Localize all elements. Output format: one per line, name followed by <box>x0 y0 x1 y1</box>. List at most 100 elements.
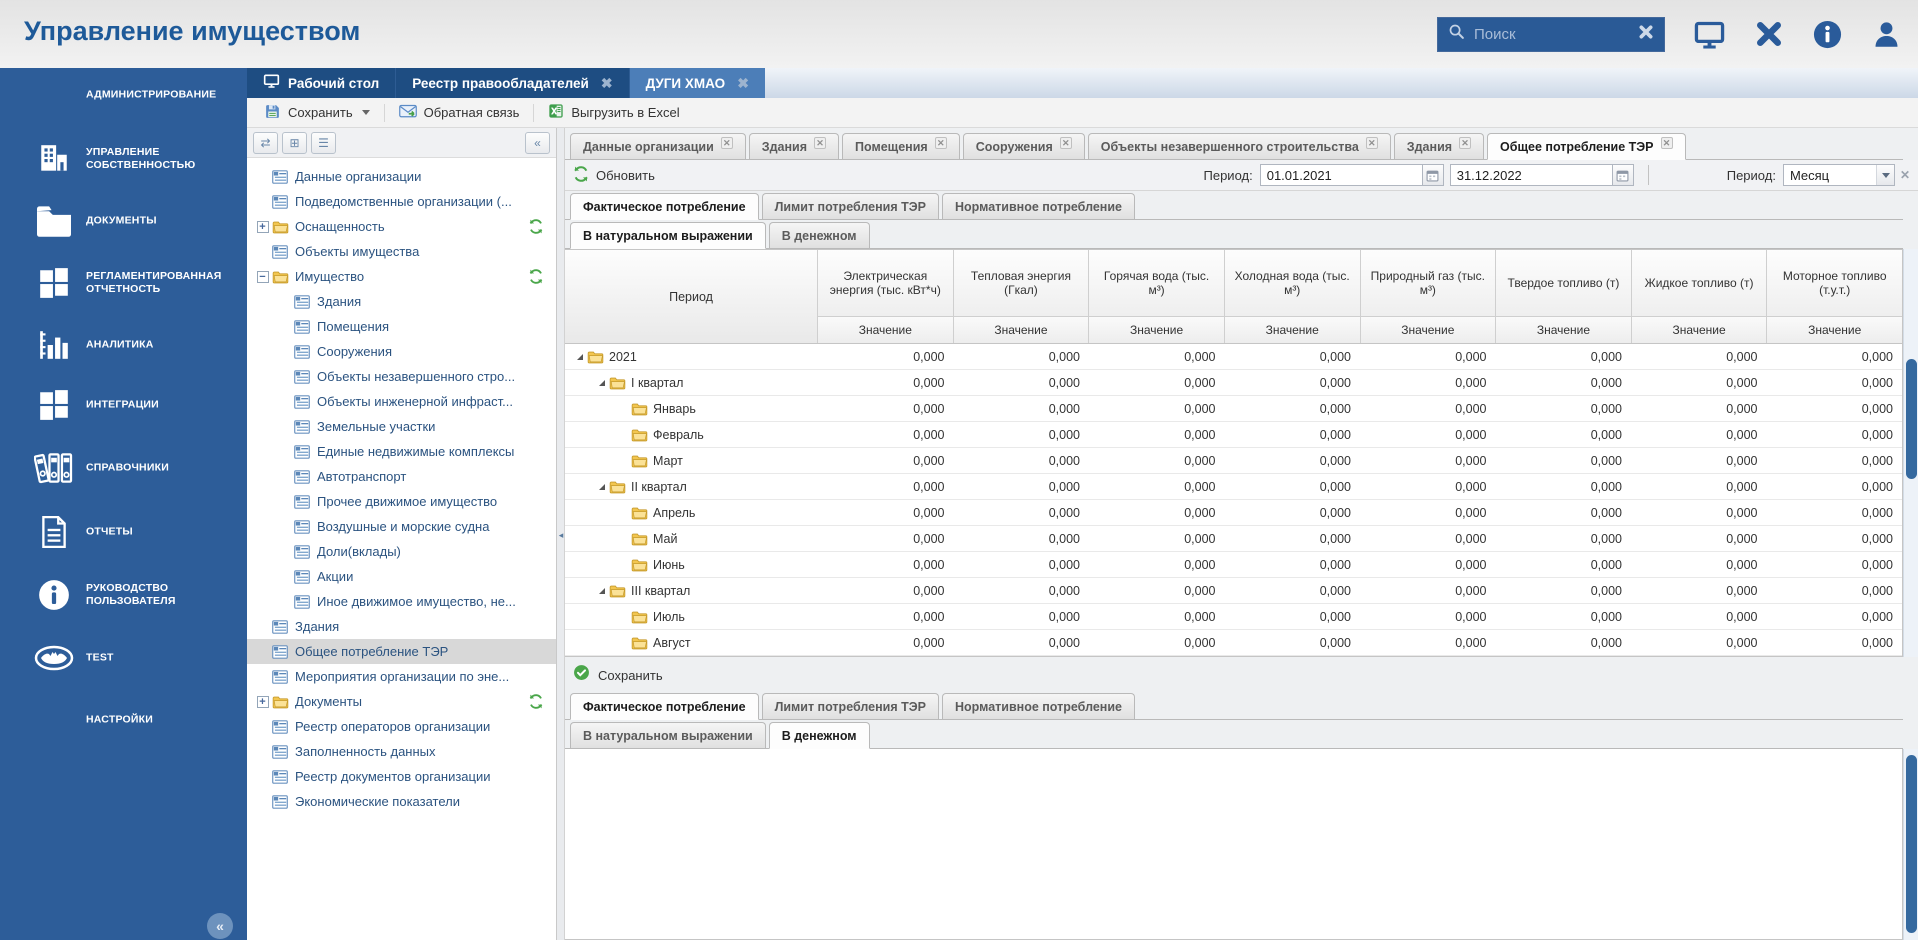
value-cell[interactable]: 0,000 <box>954 578 1090 603</box>
select-caret-icon[interactable] <box>1876 165 1894 185</box>
tab-close-icon[interactable]: ✕ <box>1661 137 1673 149</box>
table-row[interactable]: 20210,0000,0000,0000,0000,0000,0000,0000… <box>565 344 1902 370</box>
user-icon[interactable] <box>1871 19 1902 50</box>
value-cell[interactable]: 0,000 <box>1089 604 1225 629</box>
value-cell[interactable]: 0,000 <box>1631 630 1767 655</box>
value-cell[interactable]: 0,000 <box>954 448 1090 473</box>
value-cell[interactable]: 0,000 <box>1767 474 1903 499</box>
value-cell[interactable]: 0,000 <box>954 526 1090 551</box>
value-cell[interactable]: 0,000 <box>1089 552 1225 577</box>
tree-item[interactable]: Сооружения <box>247 339 556 364</box>
sidebar-item-8[interactable]: ОТЧЕТЫ <box>0 509 247 555</box>
window-tab-1[interactable]: Рабочий стол <box>247 68 396 98</box>
row-collapse-icon[interactable] <box>577 354 583 360</box>
value-cell[interactable]: 0,000 <box>1360 500 1496 525</box>
value-cell[interactable]: 0,000 <box>1360 422 1496 447</box>
value-cell[interactable]: 0,000 <box>1631 422 1767 447</box>
tree-item[interactable]: Мероприятия организации по эне... <box>247 664 556 689</box>
calendar-icon[interactable] <box>1612 164 1634 186</box>
value-cell[interactable]: 0,000 <box>1360 344 1496 369</box>
bottom-consumption-tab-2[interactable]: Лимит потребления ТЭР <box>762 693 939 719</box>
value-cell[interactable]: 0,000 <box>1089 448 1225 473</box>
value-cell[interactable]: 0,000 <box>1496 604 1632 629</box>
bottom-scrollbar[interactable] <box>1903 749 1918 940</box>
tab-close-icon[interactable]: ✕ <box>1366 137 1378 149</box>
value-cell[interactable]: 0,000 <box>1225 422 1361 447</box>
value-cell[interactable]: 0,000 <box>1767 578 1903 603</box>
bottom-view-tab-2[interactable]: В денежном <box>769 722 870 749</box>
value-cell[interactable]: 0,000 <box>818 474 954 499</box>
tree-item[interactable]: Данные организации <box>247 164 556 189</box>
value-cell[interactable]: 0,000 <box>1496 630 1632 655</box>
value-cell[interactable]: 0,000 <box>1496 422 1632 447</box>
value-cell[interactable]: 0,000 <box>1225 630 1361 655</box>
node-refresh-icon[interactable] <box>528 269 544 284</box>
tab-close-icon[interactable]: ✕ <box>1459 137 1471 149</box>
grid-scrollbar[interactable] <box>1903 249 1918 657</box>
value-cell[interactable]: 0,000 <box>818 526 954 551</box>
tree-item[interactable]: Реестр операторов организации <box>247 714 556 739</box>
value-cell[interactable]: 0,000 <box>954 552 1090 577</box>
view-tab-1[interactable]: В натуральном выражении <box>570 222 766 249</box>
sidebar-item-10[interactable]: TEST <box>0 635 247 681</box>
row-collapse-icon[interactable] <box>599 380 605 386</box>
search-clear-icon[interactable] <box>1638 24 1654 45</box>
sidebar-item-1[interactable]: АДМИНИСТРИРОВАНИЕ <box>0 72 247 118</box>
value-cell[interactable]: 0,000 <box>1360 552 1496 577</box>
value-cell[interactable]: 0,000 <box>1496 552 1632 577</box>
refresh-button[interactable]: Обновить <box>573 166 655 185</box>
value-cell[interactable]: 0,000 <box>954 370 1090 395</box>
period-from-input[interactable] <box>1260 164 1422 186</box>
value-cell[interactable]: 0,000 <box>1767 370 1903 395</box>
sidebar-item-7[interactable]: СПРАВОЧНИКИ <box>0 445 247 491</box>
tree-item[interactable]: Помещения <box>247 314 556 339</box>
value-cell[interactable]: 0,000 <box>1496 526 1632 551</box>
content-tab-2[interactable]: Здания✕ <box>749 133 839 159</box>
value-cell[interactable]: 0,000 <box>1089 370 1225 395</box>
value-cell[interactable]: 0,000 <box>1767 526 1903 551</box>
value-cell[interactable]: 0,000 <box>1360 396 1496 421</box>
node-refresh-icon[interactable] <box>528 694 544 709</box>
value-cell[interactable]: 0,000 <box>818 630 954 655</box>
tree-item[interactable]: Общее потребление ТЭР <box>247 639 556 664</box>
select-clear-icon[interactable]: ✕ <box>1900 168 1910 182</box>
value-cell[interactable]: 0,000 <box>1089 526 1225 551</box>
tree-item[interactable]: Доли(вклады) <box>247 539 556 564</box>
value-cell[interactable]: 0,000 <box>1496 500 1632 525</box>
value-cell[interactable]: 0,000 <box>1767 604 1903 629</box>
tab-close-icon[interactable]: ✕ <box>814 137 826 149</box>
value-cell[interactable]: 0,000 <box>1631 396 1767 421</box>
value-cell[interactable]: 0,000 <box>1767 344 1903 369</box>
column-header-5[interactable]: Природный газ (тыс. м³)Значение <box>1361 250 1497 343</box>
value-cell[interactable]: 0,000 <box>954 500 1090 525</box>
view-tab-2[interactable]: В денежном <box>769 222 870 248</box>
value-cell[interactable]: 0,000 <box>1089 630 1225 655</box>
consumption-tab-2[interactable]: Лимит потребления ТЭР <box>762 193 939 219</box>
value-cell[interactable]: 0,000 <box>1225 526 1361 551</box>
panel-splitter[interactable]: ◂ <box>557 128 565 940</box>
value-cell[interactable]: 0,000 <box>1225 604 1361 629</box>
sidebar-item-9[interactable]: РУКОВОДСТВО ПОЛЬЗОВАТЕЛЯ <box>0 572 247 618</box>
content-tab-7[interactable]: Общее потребление ТЭР✕ <box>1487 133 1685 160</box>
value-cell[interactable]: 0,000 <box>818 370 954 395</box>
tab-close-icon[interactable]: ✕ <box>721 137 733 149</box>
row-collapse-icon[interactable] <box>599 588 605 594</box>
collapse-tree-button[interactable]: « <box>525 132 550 154</box>
period-type-select[interactable]: Месяц <box>1783 164 1895 186</box>
column-header-4[interactable]: Холодная вода (тыс. м³)Значение <box>1225 250 1361 343</box>
content-tab-4[interactable]: Сооружения✕ <box>963 133 1085 159</box>
tree-item[interactable]: Здания <box>247 289 556 314</box>
tree-expander-icon[interactable]: − <box>255 264 270 289</box>
tree-item[interactable]: Объекты имущества <box>247 239 556 264</box>
value-cell[interactable]: 0,000 <box>1225 578 1361 603</box>
value-cell[interactable]: 0,000 <box>1360 578 1496 603</box>
value-cell[interactable]: 0,000 <box>1631 344 1767 369</box>
export-excel-button[interactable]: Выгрузить в Excel <box>541 101 686 125</box>
value-cell[interactable]: 0,000 <box>1631 526 1767 551</box>
tree-view-button[interactable]: ⊞ <box>282 132 307 154</box>
feedback-button[interactable]: Обратная связь <box>392 101 527 125</box>
sidebar-item-5[interactable]: АНАЛИТИКА <box>0 322 247 368</box>
tree-expander-icon[interactable]: + <box>255 214 270 239</box>
info-icon[interactable] <box>1812 19 1843 50</box>
value-cell[interactable]: 0,000 <box>1496 448 1632 473</box>
